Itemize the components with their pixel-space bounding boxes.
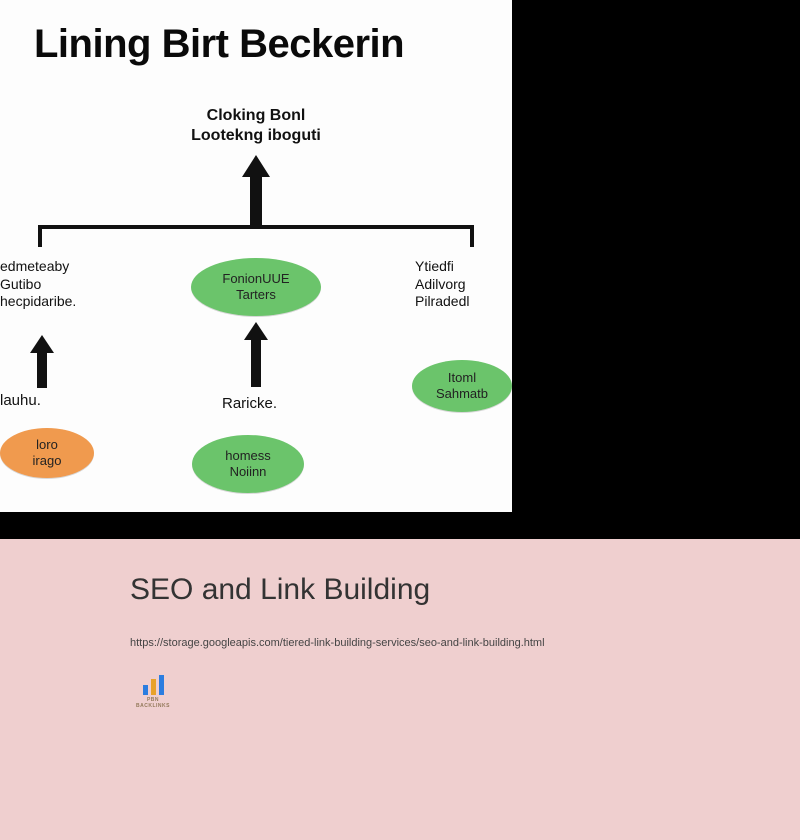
connector-horizontal [38,225,474,229]
node-bottom-left: loro irago [0,428,94,478]
connector-tick-left [38,225,42,247]
node-mid-center-2: Tarters [191,287,321,303]
label-right-mid-2: Adilvorg [415,276,512,294]
diagram-title: Lining Birt Beckerin [34,22,404,67]
label-left-mid-3: hecpidaribe. [0,293,110,311]
diagram-top-label: Cloking Bonl Lootekng iboguti [191,106,321,146]
label-right-mid-3: Pilradedl [415,293,512,311]
arrow-up-left-icon [30,335,54,388]
label-left-mid-1: edmeteaby [0,258,110,276]
diagram-canvas: Lining Birt Beckerin Cloking Bonl Lootek… [0,0,512,512]
label-left-mid: edmeteaby Gutibo hecpidaribe. [0,258,110,311]
node-bottom-center: homess Noiinn [192,435,304,493]
logo-icon: PBN BACKLINKS [130,675,176,703]
node-bottom-center-1: homess [192,448,304,464]
node-bottom-center-2: Noiinn [192,464,304,480]
page-title: SEO and Link Building [130,573,800,607]
connector-tick-right [470,225,474,247]
node-bottom-left-2: irago [0,453,94,469]
label-left-lower: lauhu. [0,392,80,411]
node-bottom-left-1: loro [0,437,94,453]
label-right-mid: Ytiedfi Adilvorg Pilradedl [415,258,512,311]
logo-caption: PBN BACKLINKS [130,697,176,709]
top-label-line1: Cloking Bonl [191,106,321,126]
arrow-up-center-icon [244,322,268,387]
spacer [0,512,800,539]
arrow-up-icon [242,155,270,226]
node-right-mid-1: Itoml [412,370,512,386]
node-mid-center: FonionUUE Tarters [191,258,321,316]
label-right-mid-1: Ytiedfi [415,258,512,276]
page-url: https://storage.googleapis.com/tiered-li… [130,637,800,649]
node-mid-center-1: FonionUUE [191,271,321,287]
label-left-mid-2: Gutibo [0,276,110,294]
top-label-line2: Lootekng iboguti [191,126,321,146]
footer-panel: SEO and Link Building https://storage.go… [0,539,800,840]
label-center-lower: Raricke. [222,395,277,414]
node-right-mid-2: Sahmatb [412,386,512,402]
node-right-mid: Itoml Sahmatb [412,360,512,412]
